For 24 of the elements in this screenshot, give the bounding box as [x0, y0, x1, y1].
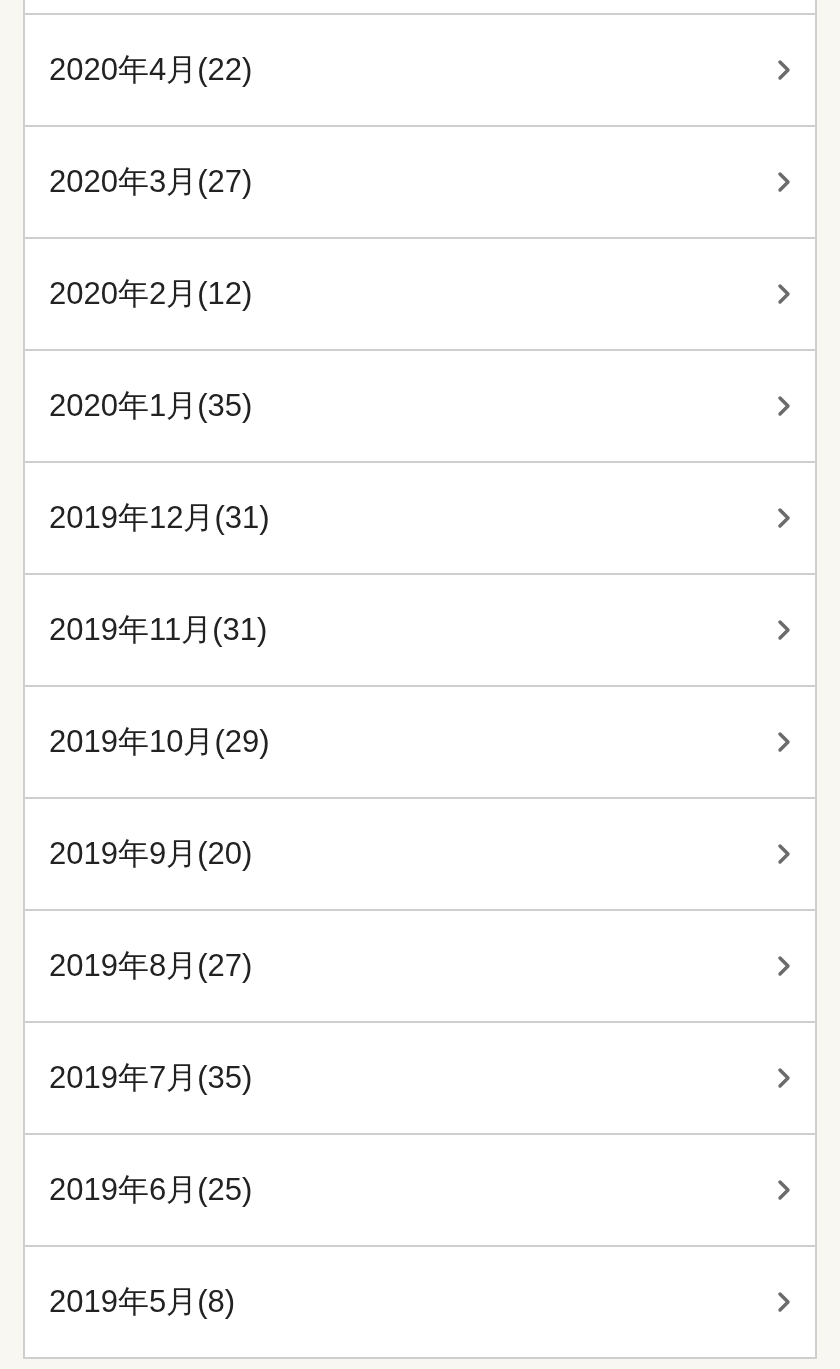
archive-link[interactable]: 2019年5月(8): [25, 1245, 815, 1357]
chevron-right-icon: [777, 955, 791, 977]
archive-link[interactable]: 2019年12月(31): [25, 461, 815, 573]
chevron-right-icon: [777, 507, 791, 529]
archive-link[interactable]: 2019年10月(29): [25, 685, 815, 797]
archive-link[interactable]: 2020年3月(27): [25, 125, 815, 237]
chevron-right-icon: [777, 171, 791, 193]
chevron-right-icon: [777, 1179, 791, 1201]
chevron-right-icon: [777, 395, 791, 417]
archive-link[interactable]: 2019年8月(27): [25, 909, 815, 1021]
archive-link[interactable]: 2019年6月(25): [25, 1133, 815, 1245]
archive-link[interactable]: 2020年1月(35): [25, 349, 815, 461]
chevron-right-icon: [777, 59, 791, 81]
chevron-right-icon: [777, 731, 791, 753]
chevron-right-icon: [777, 843, 791, 865]
chevron-right-icon: [777, 619, 791, 641]
chevron-right-icon: [777, 1291, 791, 1313]
archive-link[interactable]: 2019年9月(20): [25, 797, 815, 909]
archive-link[interactable]: 2020年4月(22): [25, 13, 815, 125]
archive-link[interactable]: 2020年2月(12): [25, 237, 815, 349]
chevron-right-icon: [777, 1067, 791, 1089]
chevron-right-icon: [777, 283, 791, 305]
archive-link[interactable]: 2019年7月(35): [25, 1021, 815, 1133]
archive-link[interactable]: 2019年11月(31): [25, 573, 815, 685]
